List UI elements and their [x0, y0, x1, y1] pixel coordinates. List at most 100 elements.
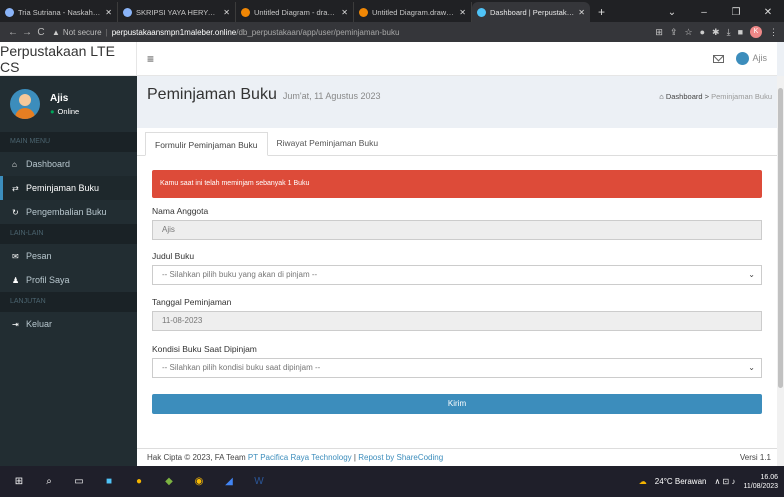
windows-start-icon[interactable]: ⊞ — [8, 471, 30, 493]
close-icon[interactable]: ✕ — [578, 8, 585, 17]
sidebar-item-label: Dashboard — [26, 159, 71, 169]
sidebar-item-pengembalian[interactable]: ↻ Pengembalian Buku — [0, 200, 137, 224]
clock-time: 16.06 — [760, 473, 778, 481]
footer: Hak Cipta © 2023, FA Team PT Pacifica Ra… — [137, 448, 777, 466]
tab-favicon-icon — [477, 7, 486, 17]
tanggal-label: Tanggal Peminjaman — [152, 297, 232, 307]
judul-label: Judul Buku — [152, 251, 195, 261]
exchange-icon: ⇄ — [12, 183, 19, 193]
back-icon[interactable]: ← — [6, 27, 20, 38]
user-menu[interactable]: Ajis — [736, 52, 767, 65]
chevron-down-icon: ⌄ — [748, 363, 755, 372]
breadcrumb-home[interactable]: Dashboard — [666, 92, 703, 101]
tab-formulir[interactable]: Formulir Peminjaman Buku — [145, 132, 268, 156]
form-box: Formulir Peminjaman Buku Riwayat Peminja… — [137, 128, 777, 448]
kondisi-select[interactable]: -- Silahkan pilih kondisi buku saat dipi… — [152, 358, 762, 378]
task-view-icon[interactable]: ▭ — [68, 471, 90, 493]
sidebar-item-pesan[interactable]: ✉ Pesan — [0, 244, 137, 268]
browser-tab-1[interactable]: Tria Sutriana - Naskah Skripsi ✕ — [0, 2, 118, 22]
page-scrollbar[interactable] — [777, 76, 784, 466]
tab-riwayat[interactable]: Riwayat Peminjaman Buku — [268, 131, 388, 155]
sidebar-header-main: MAIN MENU — [0, 132, 137, 152]
taskbar: ⊞ ⌕ ▭ ■ ● ◆ ◉ ◢ W ☁ 24°C Berawan ∧ ⊡ ♪ 1… — [0, 466, 784, 497]
shield-icon[interactable]: ● — [700, 27, 705, 37]
sidebar-item-keluar[interactable]: ⇥ Keluar — [0, 312, 137, 336]
close-icon[interactable]: ✕ — [223, 8, 230, 17]
dashboard-home-icon: ⌂ — [659, 92, 666, 101]
sidebar-header-more: LANJUTAN — [0, 292, 137, 312]
maximize-icon[interactable]: ❐ — [720, 7, 752, 18]
share-icon[interactable]: ⇪ — [670, 27, 678, 38]
close-icon[interactable]: ✕ — [459, 8, 466, 17]
search-icon[interactable]: ⌕ — [38, 471, 60, 493]
envelope-icon: ✉ — [12, 251, 19, 261]
word-icon[interactable]: W — [248, 471, 270, 493]
tray-icons[interactable]: ∧ ⊡ ♪ — [714, 477, 735, 486]
sidebar-item-profil[interactable]: ♟ Profil Saya — [0, 268, 137, 292]
chrome-icon[interactable]: ◉ — [188, 471, 210, 493]
sidebar-user-name: Ajis — [50, 92, 69, 104]
scrollbar-thumb[interactable] — [778, 88, 783, 388]
url-field[interactable]: ▲ Not secure | perpustakaansmpn1maleber.… — [52, 24, 647, 40]
user-avatar — [10, 89, 40, 119]
browser-tab-4[interactable]: Untitled Diagram.drawio - di ✕ — [354, 2, 472, 22]
address-bar: ← → C ▲ Not secure | perpustakaansmpn1ma… — [0, 22, 784, 42]
sidebar-item-peminjaman[interactable]: ⇄ Peminjaman Buku — [0, 176, 137, 200]
user-icon: ♟ — [12, 275, 20, 285]
browser-tab-active[interactable]: Dashboard | Perpustakaan SI ✕ — [472, 2, 590, 22]
app-icon[interactable]: ◆ — [158, 471, 180, 493]
new-tab-button[interactable]: + — [590, 2, 613, 22]
close-window-icon[interactable]: ✕ — [752, 7, 784, 18]
close-icon[interactable]: ✕ — [341, 8, 348, 17]
tab-title: Untitled Diagram - draw.io — [254, 7, 338, 17]
status-text: Online — [57, 106, 80, 116]
app-icon[interactable]: ● — [128, 471, 150, 493]
weather-text[interactable]: 24°C Berawan — [655, 477, 707, 486]
sidebar-item-dashboard[interactable]: ⌂ Dashboard — [0, 152, 137, 176]
sidebar: Ajis ● Online MAIN MENU ⌂ Dashboard ⇄ Pemin… — [0, 76, 137, 466]
browser-tools: ⊞ ⇪ ☆ ● ✱ ⤓ ■ K ⋮ — [655, 26, 778, 38]
breadcrumb-separator: > — [704, 92, 710, 101]
translate-icon[interactable]: ⊞ — [655, 27, 663, 38]
bookmark-star-icon[interactable]: ☆ — [685, 27, 693, 38]
app-icon[interactable]: ◢ — [218, 471, 240, 493]
browser-tab-3[interactable]: Untitled Diagram - draw.io ✕ — [236, 2, 354, 22]
forward-icon[interactable]: → — [20, 27, 34, 38]
chevron-down-icon: ⌄ — [748, 270, 755, 279]
nama-field[interactable]: Ajis — [152, 220, 762, 240]
tab-favicon-icon — [123, 7, 132, 17]
tab-search-icon[interactable]: ⌄ — [656, 7, 688, 18]
weather-icon: ☁ — [638, 477, 647, 486]
tanggal-field[interactable]: 11-08-2023 — [152, 311, 762, 331]
tab-title: Untitled Diagram.drawio - di — [372, 7, 456, 17]
footer-separator: | — [353, 453, 356, 462]
download-icon[interactable]: ⤓ — [727, 27, 731, 38]
tab-title: SKRIPSI YAYA HERYANA.pdf — [136, 7, 219, 17]
menu-dots-icon[interactable]: ⋮ — [769, 27, 778, 38]
extensions-icon[interactable]: ✱ — [712, 27, 720, 38]
browser-tab-bar: Tria Sutriana - Naskah Skripsi ✕ SKRIPSI … — [0, 0, 784, 22]
submit-button[interactable]: Kirim — [152, 394, 762, 414]
url-path: /db_perpustakaan/app/user/peminjaman-buk… — [236, 27, 400, 37]
messages-icon[interactable] — [713, 54, 725, 63]
sidepanel-icon[interactable]: ■ — [738, 27, 743, 37]
judul-select[interactable]: -- Silahkan pilih buku yang akan di pinj… — [152, 265, 762, 285]
profile-avatar[interactable]: K — [750, 26, 762, 38]
breadcrumb-current: Peminjaman Buku — [711, 92, 772, 101]
app-logo[interactable]: Perpustakaan LTE CS — [0, 42, 137, 76]
footer-company-link[interactable]: PT Pacifica Raya Technology — [248, 453, 352, 462]
content-header: Peminjaman Buku Jum'at, 11 Agustus 2023 … — [147, 86, 772, 116]
footer-repost-link[interactable]: Repost by ShareCoding — [358, 453, 443, 462]
top-navbar: ≡ Ajis — [137, 42, 777, 76]
clock[interactable]: 16.06 11/08/2023 — [743, 473, 778, 491]
app-icon[interactable]: ■ — [98, 471, 120, 493]
refresh-icon: ↻ — [12, 207, 19, 217]
close-icon[interactable]: ✕ — [105, 8, 112, 17]
minimize-icon[interactable]: – — [688, 7, 720, 18]
nama-label: Nama Anggota — [152, 206, 209, 216]
sidebar-toggle-icon[interactable]: ≡ — [147, 52, 154, 66]
sidebar-header-other: LAIN-LAIN — [0, 224, 137, 244]
home-icon: ⌂ — [12, 159, 17, 169]
reload-icon[interactable]: C — [34, 27, 48, 38]
browser-tab-2[interactable]: SKRIPSI YAYA HERYANA.pdf ✕ — [118, 2, 236, 22]
